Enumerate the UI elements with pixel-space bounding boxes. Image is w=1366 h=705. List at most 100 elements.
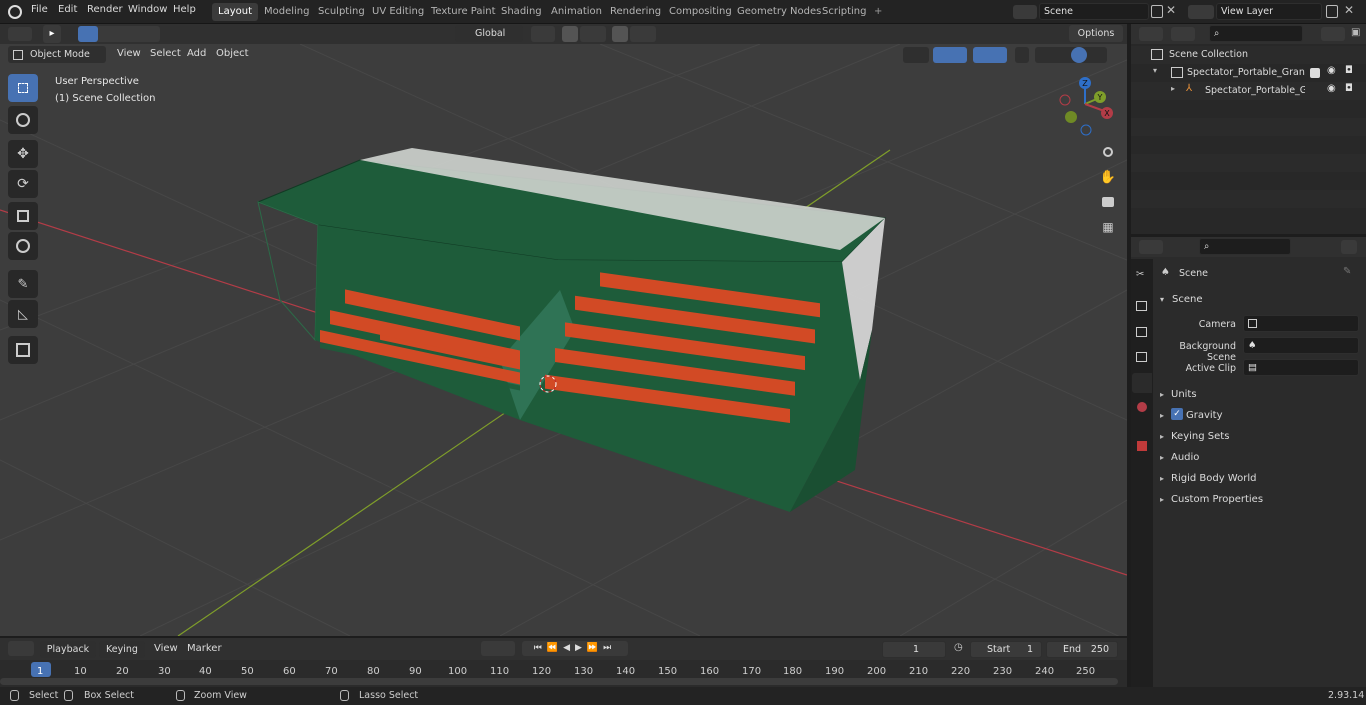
start-frame-field[interactable]: Start 1 xyxy=(970,641,1042,658)
pan-hand-icon[interactable]: ✋ xyxy=(1097,166,1119,188)
timeline-editor-icon[interactable] xyxy=(8,641,34,656)
eye-icon[interactable]: ◉ xyxy=(1327,83,1336,94)
scene-name-field[interactable]: Scene xyxy=(1039,3,1149,20)
properties-options-icon[interactable] xyxy=(1341,240,1357,254)
view-layer-selector-icon[interactable] xyxy=(1188,5,1214,19)
custom-properties-panel[interactable]: Custom Properties xyxy=(1171,494,1263,505)
tool-tab-icon[interactable]: ✂ xyxy=(1136,269,1144,280)
selection-mode-new-icon[interactable] xyxy=(78,26,98,42)
collapsed-icon[interactable]: ▸ xyxy=(1160,453,1164,462)
menu-render[interactable]: Render xyxy=(87,4,123,15)
render-tab-icon[interactable] xyxy=(1136,301,1147,311)
tab-layout[interactable]: Layout xyxy=(212,3,258,21)
select-box-tool[interactable] xyxy=(8,74,38,102)
tab-shading[interactable]: Shading xyxy=(495,3,548,21)
expand-down-icon[interactable]: ▾ xyxy=(1153,66,1157,75)
collapsed-icon[interactable]: ▸ xyxy=(1160,432,1164,441)
snap-icon[interactable] xyxy=(562,26,578,42)
camera-view-icon[interactable] xyxy=(1097,191,1119,213)
playback-menu[interactable]: Playback xyxy=(40,641,96,658)
annotate-tool[interactable]: ✎ xyxy=(8,270,38,298)
tab-compositing[interactable]: Compositing xyxy=(663,3,738,21)
cursor-tool[interactable] xyxy=(8,106,38,134)
properties-editor-icon[interactable] xyxy=(1139,240,1163,254)
filter-icon[interactable] xyxy=(1321,27,1345,41)
view-layer-tab-icon[interactable] xyxy=(1136,352,1147,362)
camera-field[interactable] xyxy=(1243,315,1359,332)
active-clip-field[interactable]: ▤ xyxy=(1243,359,1359,376)
proportional-falloff-icon[interactable] xyxy=(630,26,656,42)
camera-render-icon[interactable]: ◘ xyxy=(1345,83,1353,94)
viewport-menu-view[interactable]: View xyxy=(117,48,141,59)
menu-file[interactable]: File xyxy=(31,4,48,15)
auto-keying-icon[interactable] xyxy=(481,641,515,656)
outliner-row-collection[interactable]: ▾ Spectator_Portable_Grandstand ◉ ◘ xyxy=(1131,64,1366,82)
new-scene-icon[interactable] xyxy=(1151,5,1163,18)
playback-controls[interactable]: ⏮⏪◀▶⏩⏭ xyxy=(522,641,628,656)
zoom-icon[interactable] xyxy=(1097,141,1119,163)
tab-sculpting[interactable]: Sculpting xyxy=(312,3,371,21)
viewport-menu-select[interactable]: Select xyxy=(150,48,181,59)
outliner-search-input[interactable]: ⌕ xyxy=(1209,25,1303,42)
background-scene-field[interactable]: ♠ xyxy=(1243,337,1359,354)
timeline-menu-view[interactable]: View xyxy=(154,643,178,654)
tab-texture-paint[interactable]: Texture Paint xyxy=(425,3,502,21)
keying-menu[interactable]: Keying xyxy=(99,641,145,658)
outliner-editor-icon[interactable] xyxy=(1139,27,1163,41)
tab-geometry-nodes[interactable]: Geometry Nodes xyxy=(731,3,827,21)
preview-range-icon[interactable]: ◷ xyxy=(954,642,963,653)
pin-icon[interactable]: ✎ xyxy=(1343,266,1351,277)
tab-uv-editing[interactable]: UV Editing xyxy=(366,3,430,21)
tab-animation[interactable]: Animation xyxy=(545,3,608,21)
audio-panel[interactable]: Audio xyxy=(1171,452,1199,463)
outliner-row-root[interactable]: Scene Collection xyxy=(1131,46,1366,64)
menu-help[interactable]: Help xyxy=(173,4,196,15)
options-dropdown[interactable]: Options xyxy=(1069,25,1123,42)
timeline-scrollbar[interactable] xyxy=(0,678,1118,685)
rigid-body-world-panel[interactable]: Rigid Body World xyxy=(1171,473,1256,484)
material-preview-icon[interactable] xyxy=(1071,47,1087,63)
gizmo-toggle-icon[interactable] xyxy=(933,47,967,63)
viewport-menu-object[interactable]: Object xyxy=(216,48,249,59)
delete-view-layer-icon[interactable]: ✕ xyxy=(1344,3,1354,17)
3d-viewport[interactable]: User Perspective (1) Scene Collection ✥ … xyxy=(0,44,1127,636)
scene-tab-icon[interactable] xyxy=(1132,373,1152,393)
exclude-checkbox[interactable] xyxy=(1310,68,1320,78)
tab-modeling[interactable]: Modeling xyxy=(258,3,316,21)
measure-tool[interactable]: ◺ xyxy=(8,300,38,328)
new-collection-icon[interactable]: ▣ xyxy=(1351,27,1363,41)
menu-edit[interactable]: Edit xyxy=(58,4,77,15)
tab-rendering[interactable]: Rendering xyxy=(604,3,667,21)
proportional-edit-icon[interactable] xyxy=(612,26,628,42)
current-frame-field[interactable]: 1 xyxy=(882,641,946,658)
gravity-panel[interactable]: Gravity xyxy=(1186,410,1223,421)
transform-orientation-select[interactable]: Global xyxy=(455,25,523,42)
navigation-gizmo[interactable]: Z Y X xyxy=(1055,74,1119,138)
xray-icon[interactable] xyxy=(1015,47,1029,63)
expand-right-icon[interactable]: ▸ xyxy=(1171,84,1175,93)
gravity-checkbox[interactable]: ✓ xyxy=(1171,408,1183,420)
pivot-point-icon[interactable] xyxy=(531,26,555,42)
blender-logo-icon[interactable] xyxy=(8,5,22,19)
select-tool-icon[interactable]: ▸ xyxy=(43,25,61,43)
units-panel[interactable]: Units xyxy=(1171,389,1197,400)
end-frame-field[interactable]: End 250 xyxy=(1046,641,1118,658)
rotate-tool[interactable]: ⟳ xyxy=(8,170,38,198)
collapsed-icon[interactable]: ▸ xyxy=(1160,411,1164,420)
camera-render-icon[interactable]: ◘ xyxy=(1345,65,1353,76)
view-layer-field[interactable]: View Layer xyxy=(1216,3,1322,20)
world-tab-icon[interactable] xyxy=(1137,402,1147,412)
tab-scripting[interactable]: Scripting xyxy=(816,3,872,21)
new-view-layer-icon[interactable] xyxy=(1326,5,1338,18)
section-expanded-icon[interactable]: ▾ xyxy=(1160,295,1164,304)
overlay-toggle-icon[interactable] xyxy=(973,47,1007,63)
outliner-row-object[interactable]: ▸ ⅄ Spectator_Portable_Gran ◉ ◘ xyxy=(1131,82,1366,100)
output-tab-icon[interactable] xyxy=(1136,327,1147,337)
scene-selector-icon[interactable] xyxy=(1013,5,1037,19)
menu-window[interactable]: Window xyxy=(128,4,167,15)
add-cube-tool[interactable] xyxy=(8,336,38,364)
add-workspace-icon[interactable]: + xyxy=(868,3,888,21)
collapsed-icon[interactable]: ▸ xyxy=(1160,474,1164,483)
properties-search-input[interactable]: ⌕ xyxy=(1199,238,1291,255)
move-tool[interactable]: ✥ xyxy=(8,140,38,168)
